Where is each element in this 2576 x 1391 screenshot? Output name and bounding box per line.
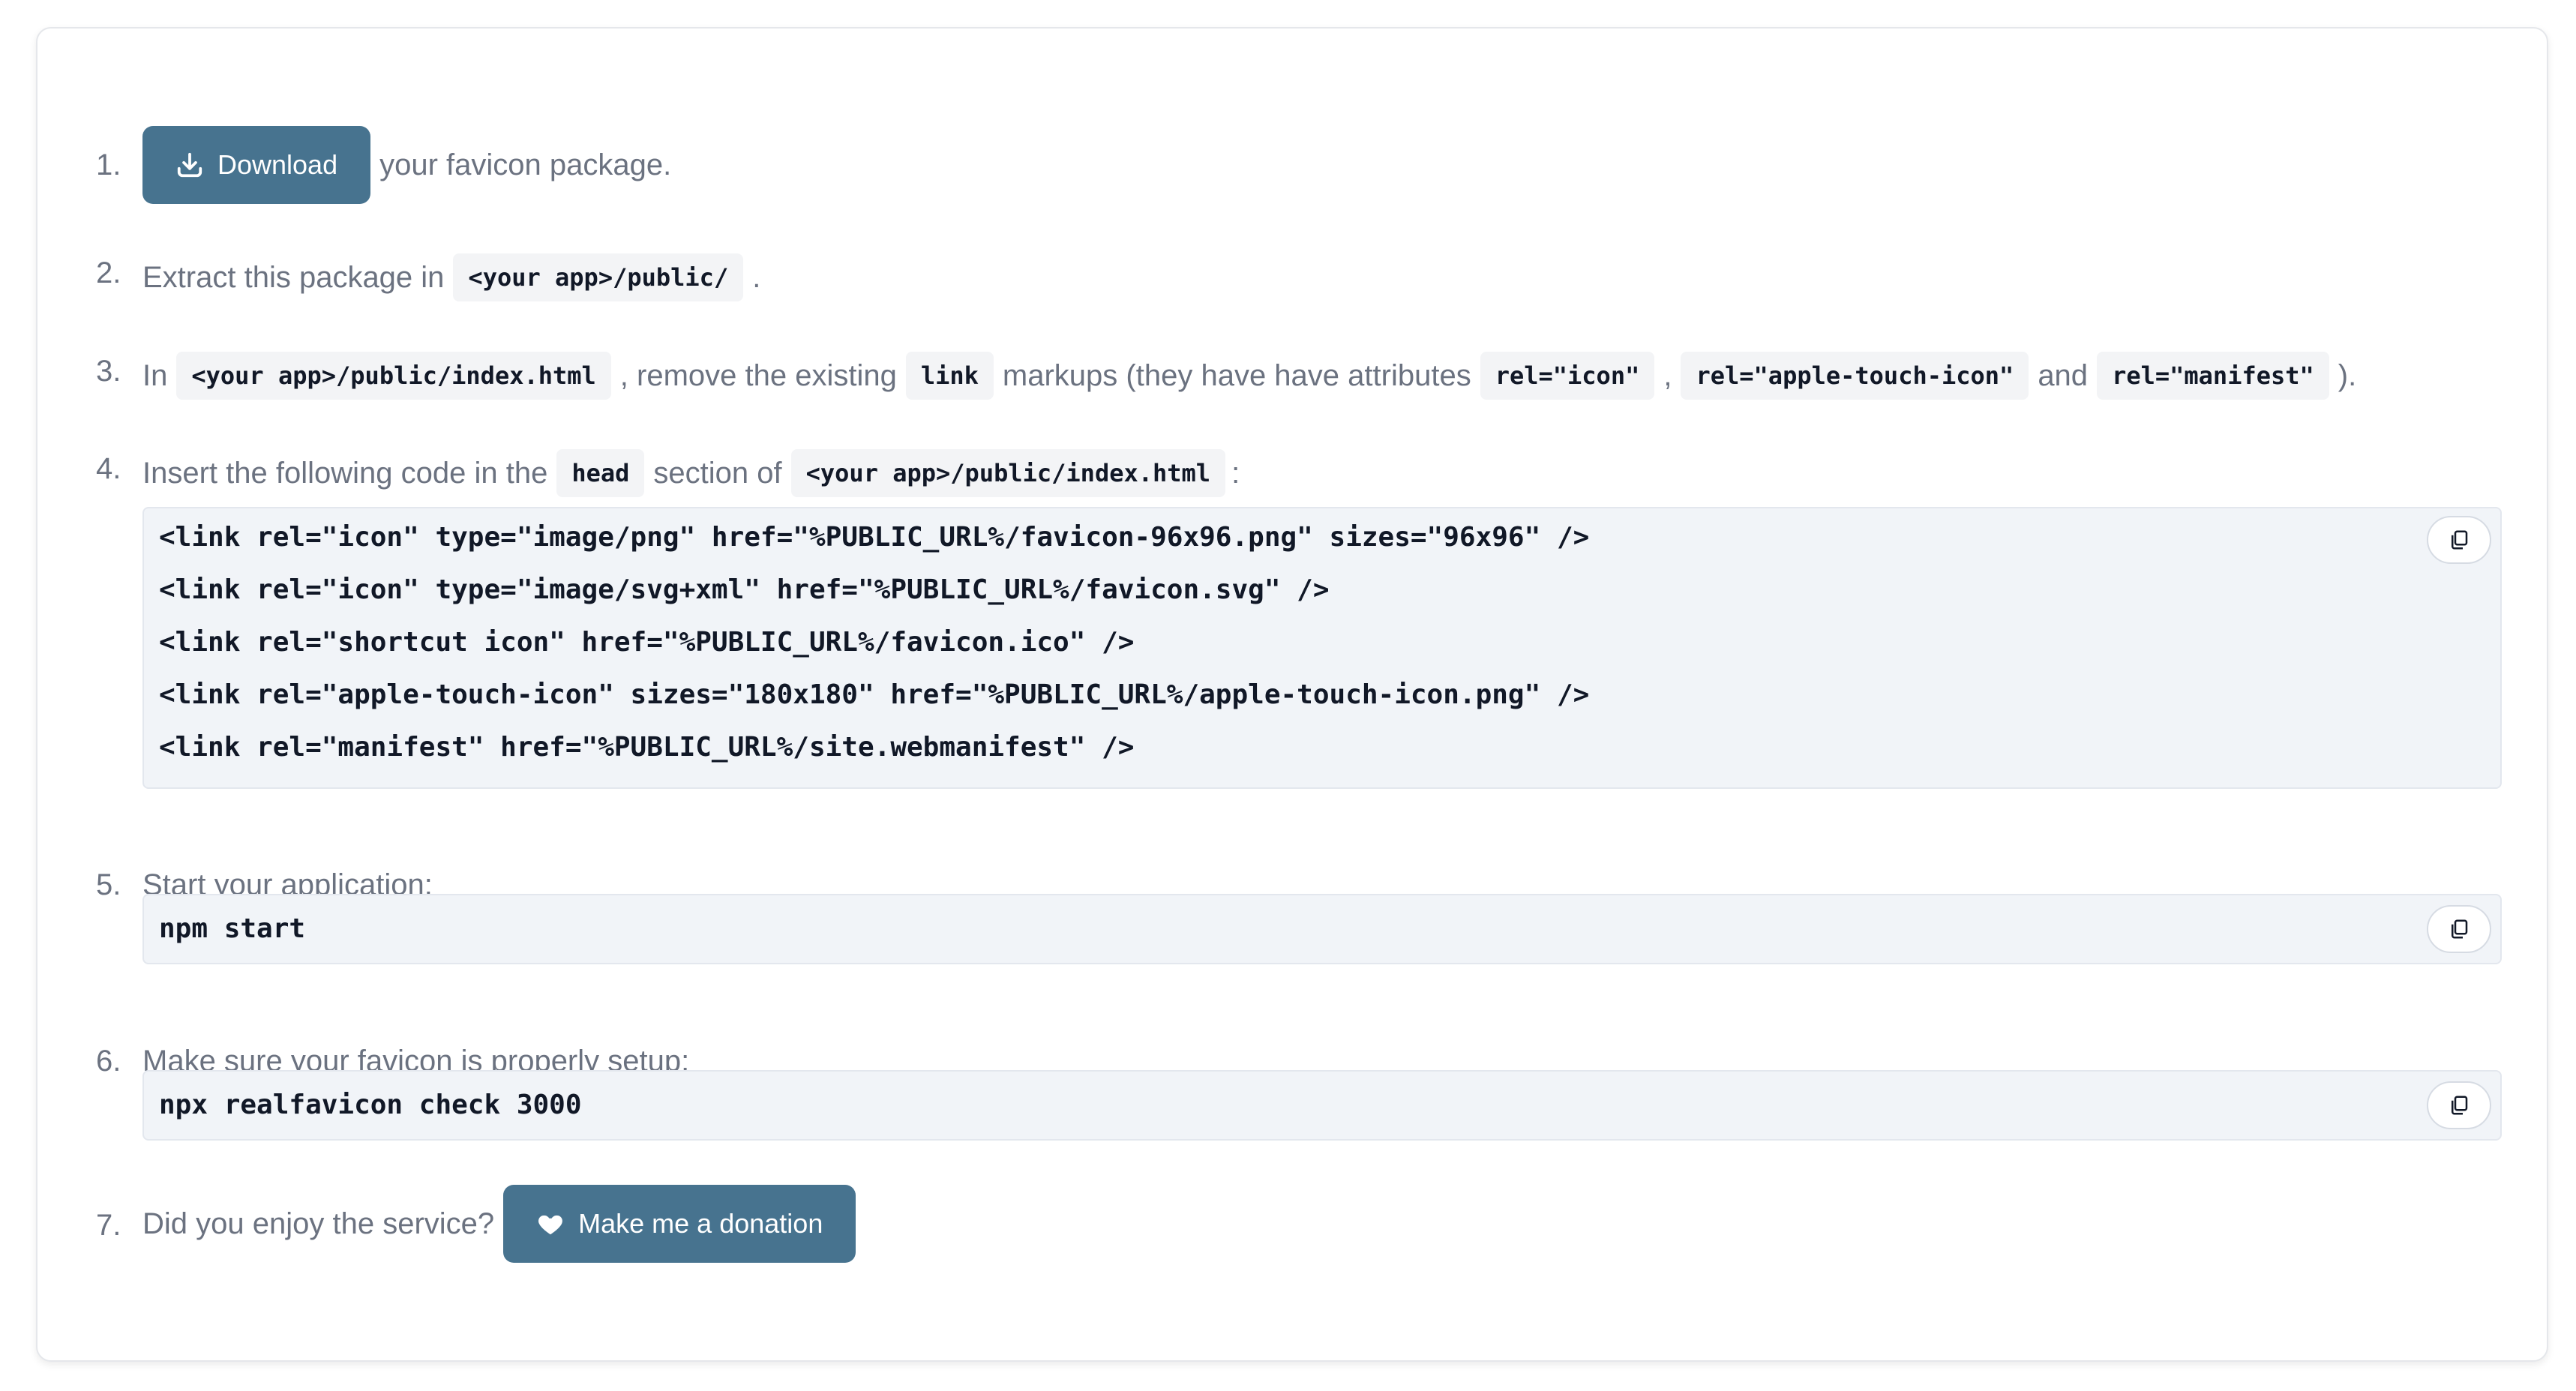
code-line: <link rel="apple-touch-icon" sizes="180x… <box>159 679 1590 710</box>
step-2-text-after: . <box>752 260 761 294</box>
step-3-line: In <your app>/public/index.html , remove… <box>142 352 2502 400</box>
code-block-check: npx realfavicon check 3000 <box>142 1070 2502 1141</box>
step-2-text-before: Extract this package in <box>142 260 445 294</box>
step-number: 3. <box>96 355 121 388</box>
download-button[interactable]: Download <box>142 126 371 204</box>
step-2-line: Extract this package in <your app>/publi… <box>142 253 2502 301</box>
inline-code: head <box>556 449 645 497</box>
inline-code: rel="apple-touch-icon" <box>1681 352 2029 400</box>
code-block-head-links: <link rel="icon" type="image/png" href="… <box>142 507 2502 789</box>
code-line: <link rel="icon" type="image/svg+xml" hr… <box>159 574 1330 605</box>
step-4-text: Insert the following code in the <box>142 456 548 490</box>
inline-code: link <box>905 352 994 400</box>
step-3-text: markups (they have have attributes <box>1002 358 1471 392</box>
download-button-label: Download <box>217 149 338 180</box>
copy-button[interactable] <box>2427 905 2491 953</box>
instructions-card: 1. Download your favicon package. 2. Ext… <box>36 27 2548 1362</box>
copy-icon <box>2452 919 2468 939</box>
code-line: <link rel="icon" type="image/png" href="… <box>159 522 1590 553</box>
step-1-line: Download your favicon package. <box>142 126 2502 204</box>
inline-code: <your app>/public/ <box>453 253 744 301</box>
step-4-text: : <box>1231 456 1240 490</box>
code-line: <link rel="manifest" href="%PUBLIC_URL%/… <box>159 732 1135 763</box>
download-icon <box>177 152 202 178</box>
code-line: <link rel="shortcut icon" href="%PUBLIC_… <box>159 627 1135 658</box>
step-number: 7. <box>96 1209 121 1242</box>
step-3-text: ). <box>2338 358 2357 392</box>
copy-icon <box>2452 1096 2468 1115</box>
step-number: 1. <box>96 148 121 181</box>
copy-button[interactable] <box>2427 516 2491 564</box>
step-4-line: Insert the following code in the head se… <box>142 449 2502 497</box>
code-block-npm-start: npm start <box>142 894 2502 964</box>
step-7-line: Did you enjoy the service? Make me a don… <box>142 1185 2502 1263</box>
step-3-text: and <box>2038 358 2089 392</box>
step-1-text: your favicon package. <box>379 148 672 181</box>
code-line: npm start <box>159 913 306 944</box>
step-number: 2. <box>96 256 121 289</box>
step-number: 4. <box>96 452 121 485</box>
step-number: 5. <box>96 868 121 901</box>
step-7-text: Did you enjoy the service? <box>142 1207 495 1240</box>
copy-icon <box>2452 530 2468 550</box>
heart-icon <box>538 1215 563 1235</box>
inline-code: rel="icon" <box>1480 352 1655 400</box>
code-line: npx realfavicon check 3000 <box>159 1090 582 1120</box>
inline-code: rel="manifest" <box>2097 352 2329 400</box>
donation-button[interactable]: Make me a donation <box>503 1185 856 1263</box>
step-3-text: In <box>142 358 168 392</box>
step-4-text: section of <box>653 456 782 490</box>
inline-code: <your app>/public/index.html <box>790 449 1226 497</box>
inline-code: <your app>/public/index.html <box>176 352 611 400</box>
step-3-text: , remove the existing <box>619 358 897 392</box>
step-number: 6. <box>96 1045 121 1078</box>
donation-button-label: Make me a donation <box>578 1208 823 1239</box>
step-3-text: , <box>1663 358 1672 392</box>
copy-button[interactable] <box>2427 1081 2491 1129</box>
